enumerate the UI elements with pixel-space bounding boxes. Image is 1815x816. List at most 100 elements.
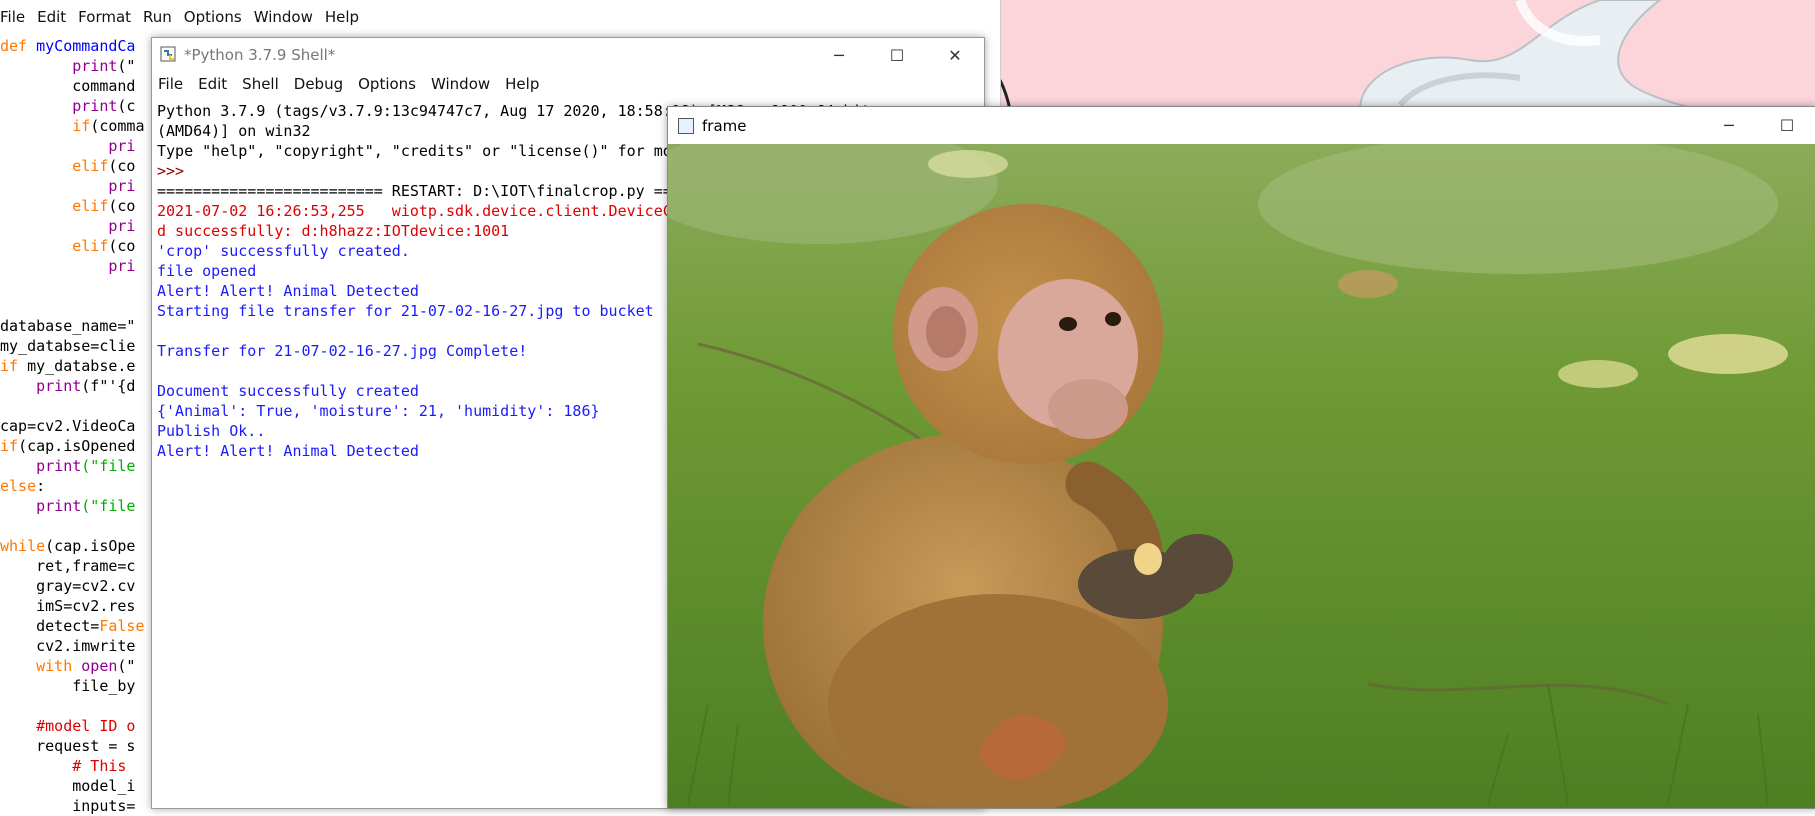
code-token: with	[36, 657, 82, 675]
editor-code-line: file_by	[0, 676, 145, 696]
editor-menu-run[interactable]: Run	[143, 8, 179, 32]
frame-maximize-button[interactable]: ☐	[1758, 107, 1815, 144]
editor-menu-help[interactable]: Help	[325, 8, 366, 32]
code-token: False	[99, 617, 145, 635]
editor-code-line	[0, 516, 145, 536]
shell-menu-options[interactable]: Options	[358, 75, 416, 93]
monkey-camera-frame-image	[668, 144, 1815, 808]
code-token: ("	[117, 57, 136, 75]
code-token: if	[0, 357, 28, 375]
shell-titlebar[interactable]: *Python 3.7.9 Shell* ─ ☐ ✕	[152, 38, 984, 72]
editor-code-line: print("file	[0, 456, 145, 476]
code-token: (cap.isOpened	[18, 437, 136, 455]
code-token: ("file	[81, 497, 136, 515]
code-token: (co	[108, 157, 136, 175]
code-token: (comma	[90, 117, 145, 135]
shell-menu-edit[interactable]: Edit	[198, 75, 227, 93]
code-token: detect=	[0, 617, 100, 635]
editor-code-line: elif(co	[0, 236, 145, 256]
editor-code-line: request = s	[0, 736, 145, 756]
code-token: # This	[0, 757, 136, 775]
editor-code-line: with open("	[0, 656, 145, 676]
shell-menu-file[interactable]: File	[158, 75, 183, 93]
shell-close-button[interactable]: ✕	[926, 38, 984, 72]
editor-code-line	[0, 396, 145, 416]
editor-code-line: pri	[0, 256, 145, 276]
code-token: pri	[108, 257, 136, 275]
editor-code-line: print("file	[0, 496, 145, 516]
editor-code-line: print(f"'{d	[0, 376, 145, 396]
editor-code-line: else:	[0, 476, 145, 496]
editor-menu-edit[interactable]: Edit	[37, 8, 73, 32]
code-token: cap=cv2.VideoCa	[0, 417, 136, 435]
code-token: (cap.isOpe	[45, 537, 136, 555]
editor-code-line: command	[0, 76, 145, 96]
frame-titlebar[interactable]: frame ─ ☐	[668, 107, 1815, 144]
code-token: request = s	[0, 737, 136, 755]
shell-menu-window[interactable]: Window	[431, 75, 490, 93]
editor-code-line	[0, 276, 145, 296]
editor-code-line: elif(co	[0, 196, 145, 216]
code-token: ret,frame=c	[0, 557, 136, 575]
code-token: gray=cv2.cv	[0, 577, 136, 595]
code-token: my_databse.e	[27, 357, 136, 375]
shell-menu-shell[interactable]: Shell	[242, 75, 279, 93]
editor-menu-format[interactable]: Format	[78, 8, 138, 32]
code-token: (f"'{d	[81, 377, 136, 395]
frame-title: frame	[702, 116, 747, 135]
shell-menu-help[interactable]: Help	[505, 75, 539, 93]
code-token: print	[36, 457, 82, 475]
editor-code-line: print("	[0, 56, 145, 76]
code-token: elif	[72, 237, 109, 255]
python-shell-icon	[160, 46, 178, 64]
code-token: model_i	[0, 777, 136, 795]
shell-maximize-button[interactable]: ☐	[868, 38, 926, 72]
code-token: pri	[108, 217, 136, 235]
code-token: ("file	[81, 457, 136, 475]
frame-window-icon	[678, 117, 694, 134]
editor-code-line: if(cap.isOpened	[0, 436, 145, 456]
editor-menu-window[interactable]: Window	[254, 8, 320, 32]
editor-menu-file[interactable]: File	[0, 8, 32, 32]
code-token: :	[36, 477, 46, 495]
editor-code-line: print(c	[0, 96, 145, 116]
shell-minimize-button[interactable]: ─	[810, 38, 868, 72]
editor-menubar: File Edit Format Run Options Window Help	[0, 8, 371, 32]
editor-code-line: elif(co	[0, 156, 145, 176]
editor-code-line: pri	[0, 216, 145, 236]
editor-code-line: model_i	[0, 776, 145, 796]
editor-menu-options[interactable]: Options	[184, 8, 249, 32]
code-token: inputs=	[0, 797, 136, 815]
code-token: print	[36, 497, 82, 515]
shell-menu-debug[interactable]: Debug	[294, 75, 343, 93]
code-token: (co	[108, 197, 136, 215]
editor-code-line: imS=cv2.res	[0, 596, 145, 616]
editor-code-line: pri	[0, 176, 145, 196]
code-token: myCommandCa	[36, 37, 136, 55]
code-token: elif	[72, 197, 109, 215]
code-token: command	[0, 77, 136, 95]
editor-code-line: detect=False	[0, 616, 145, 636]
editor-code-area[interactable]: def myCommandCa print(" command print(c …	[0, 36, 145, 816]
code-token: pri	[108, 137, 136, 155]
editor-code-line: #model ID o	[0, 716, 145, 736]
code-token: print	[36, 377, 82, 395]
code-token: print	[72, 57, 118, 75]
editor-code-line	[0, 696, 145, 716]
editor-code-line: pri	[0, 136, 145, 156]
frame-minimize-button[interactable]: ─	[1700, 107, 1758, 144]
code-token: def	[0, 37, 37, 55]
code-token: if	[0, 437, 19, 455]
code-token: my_databse=clie	[0, 337, 136, 355]
code-token: (c	[117, 97, 136, 115]
code-token: pri	[108, 177, 136, 195]
